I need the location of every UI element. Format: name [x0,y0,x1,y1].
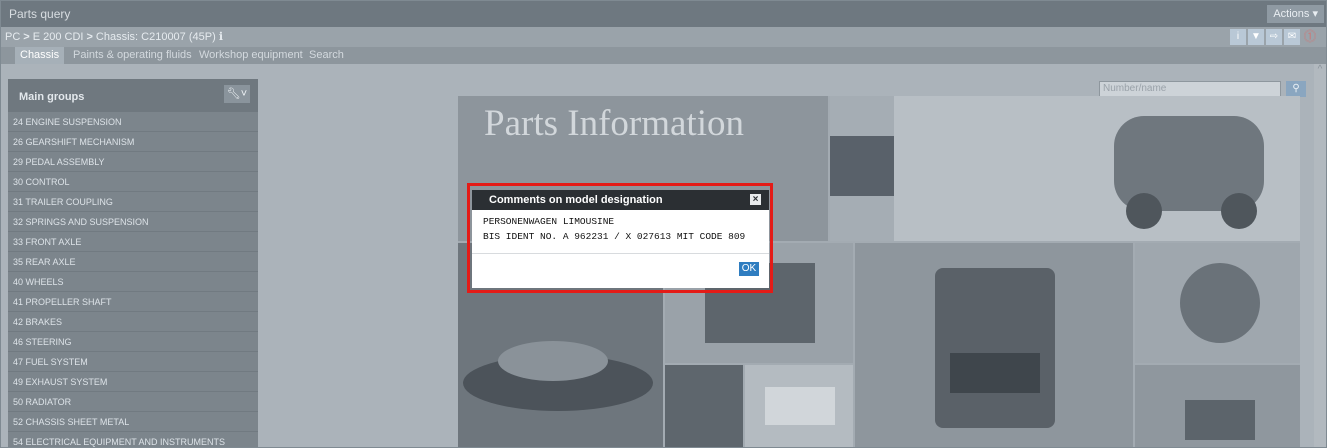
dialog-divider [472,253,769,254]
export-icon[interactable]: ⇨ [1266,29,1282,45]
unimog-image [1135,365,1300,447]
info-icon[interactable]: i [1230,29,1246,45]
main-group-item[interactable]: 31 TRAILER COUPLING [8,192,258,212]
dialog-header: Comments on model designation × [472,190,769,210]
truck-graphic [935,268,1055,428]
sprinter-graphic [765,387,835,425]
banner-title: Parts Information [484,103,744,144]
main-group-item[interactable]: 35 REAR AXLE [8,252,258,272]
sprinter-image [745,365,853,447]
van-graphic [830,136,894,196]
main-group-item[interactable]: 46 STEERING [8,332,258,352]
main-group-item[interactable]: 33 FRONT AXLE [8,232,258,252]
main-group-item[interactable]: 29 PEDAL ASSEMBLY [8,152,258,172]
main-group-item[interactable]: 30 CONTROL [8,172,258,192]
main-group-item[interactable]: 54 ELECTRICAL EQUIPMENT AND INSTRUMENTS [8,432,258,447]
dialog-body: PERSONENWAGEN LIMOUSINE BIS IDENT NO. A … [483,214,745,244]
app-window: Parts query Actions ▾ PC > E 200 CDI > Chass… [0,0,1327,448]
truck-image [855,243,1133,447]
smart-car-graphic [1114,116,1264,229]
chevron-right-icon: > [23,31,30,43]
van-image [830,96,894,241]
main-group-item[interactable]: 26 GEARSHIFT MECHANISM [8,132,258,152]
main-group-item[interactable]: 49 EXHAUST SYSTEM [8,372,258,392]
breadcrumb-item-model[interactable]: E 200 CDI [33,31,84,43]
tab-paints-operating-fluids[interactable]: Paints & operating fluids [68,47,197,64]
scroll-up-icon[interactable]: ^ [1314,64,1326,76]
search-input[interactable]: Number/name [1099,81,1281,97]
search-button[interactable]: ⚲ [1286,81,1306,97]
vertical-scrollbar[interactable]: ^ [1314,64,1326,447]
main-group-item[interactable]: 42 BRAKES [8,312,258,332]
main-group-item[interactable]: 41 PROPELLER SHAFT [8,292,258,312]
main-groups-list: 24 ENGINE SUSPENSION 26 GEARSHIFT MECHAN… [8,112,258,447]
main-group-item[interactable]: 40 WHEELS [8,272,258,292]
smart-car-image [894,96,1300,241]
window-title: Parts query [9,7,71,21]
breadcrumb: PC > E 200 CDI > Chassis: C210007 (45P) ℹ [5,30,223,43]
sedan-image [665,365,743,447]
filter-icon[interactable]: ▼ [1248,29,1264,45]
tab-workshop-equipment[interactable]: Workshop equipment [194,47,308,64]
dialog-line: PERSONENWAGEN LIMOUSINE [483,216,615,227]
breadcrumb-bar: PC > E 200 CDI > Chassis: C210007 (45P) ℹ i … [1,27,1326,47]
breadcrumb-item-pc[interactable]: PC [5,31,20,43]
dialog-line: BIS IDENT NO. A 962231 / X 027613 MIT CO… [483,231,746,242]
main-groups-title: Main groups [19,91,85,103]
actions-menu-button[interactable]: Actions ▾ [1267,5,1324,23]
main-groups-panel: Main groups 🔧︎˅ 24 ENGINE SUSPENSION 26 … [8,79,258,447]
unimog-graphic [1185,400,1255,440]
main-groups-header: Main groups 🔧︎˅ [8,79,258,112]
tab-chassis[interactable]: Chassis [15,47,65,64]
main-group-item[interactable]: 32 SPRINGS AND SUSPENSION [8,212,258,232]
search-icon: ⚲ [1292,83,1300,94]
info-circle-icon[interactable]: ℹ [219,31,223,43]
alert-icon[interactable]: ⓵ [1302,29,1318,45]
main-group-item[interactable]: 24 ENGINE SUSPENSION [8,112,258,132]
ok-button[interactable]: OK [739,262,759,276]
engine-parts-image [1135,243,1300,363]
comments-dialog: Comments on model designation × PERSONEN… [472,190,769,288]
main-group-item[interactable]: 47 FUEL SYSTEM [8,352,258,372]
breadcrumb-item-chassis[interactable]: Chassis: C210007 (45P) [96,31,216,43]
title-bar: Parts query Actions ▾ [1,1,1326,27]
dialog-title: Comments on model designation [489,194,663,206]
main-group-item[interactable]: 50 RADIATOR [8,392,258,412]
tab-bar: Chassis Paints & operating fluids Worksh… [1,47,1326,64]
tab-search[interactable]: Search [304,47,349,64]
engine-parts-graphic [1180,263,1260,343]
wrench-icon[interactable]: 🔧︎˅ [224,85,250,103]
toolbar: i ▼ ⇨ ✉ ⓵ [1230,29,1318,45]
close-icon[interactable]: × [750,194,761,205]
chevron-right-icon: > [86,31,93,43]
mail-icon[interactable]: ✉ [1284,29,1300,45]
main-group-item[interactable]: 52 CHASSIS SHEET METAL [8,412,258,432]
